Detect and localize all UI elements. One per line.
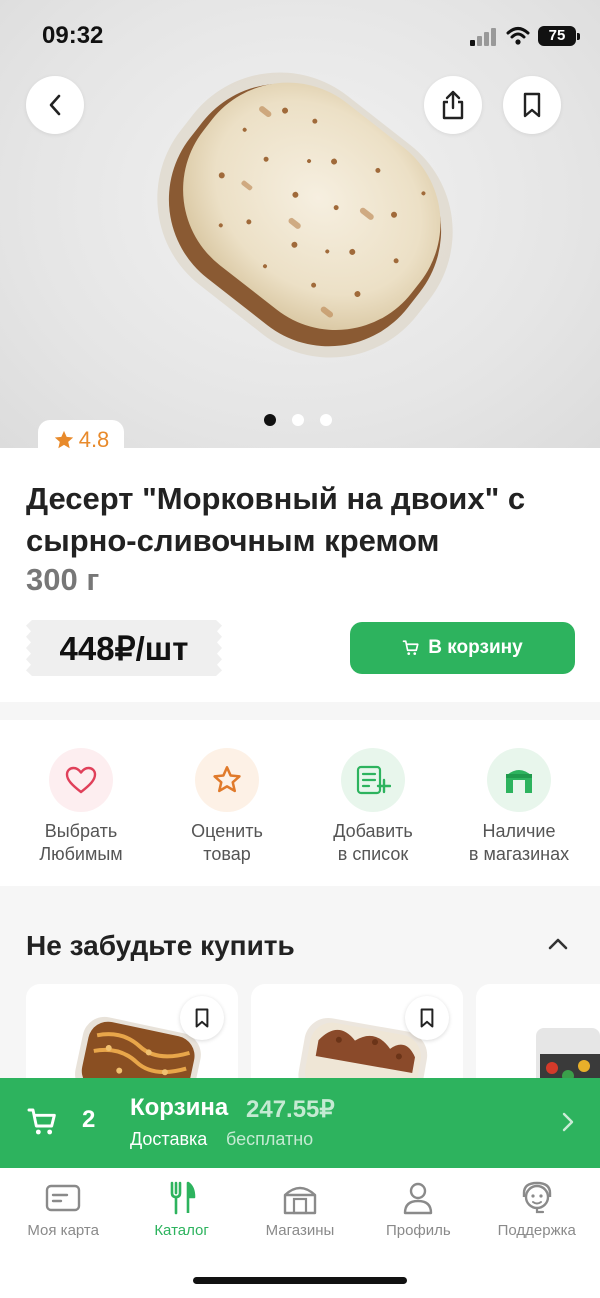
gallery-dot[interactable] bbox=[320, 414, 332, 426]
star-outline-icon bbox=[213, 766, 241, 793]
tab-my-card[interactable]: Моя карта bbox=[4, 1168, 122, 1298]
product-price: 448₽/шт bbox=[26, 620, 222, 676]
back-button[interactable] bbox=[26, 76, 84, 134]
add-to-cart-label: В корзину bbox=[428, 637, 523, 658]
action-label: Наличие в магазинах bbox=[468, 821, 570, 864]
support-icon bbox=[522, 1181, 551, 1214]
action-add-to-list[interactable]: Добавить в список bbox=[303, 720, 443, 888]
divider bbox=[0, 886, 600, 904]
action-label: Добавить в список bbox=[333, 821, 413, 864]
gallery-dot[interactable] bbox=[292, 414, 304, 426]
product-weight: 300 г bbox=[26, 562, 100, 597]
section-title: Не забудьте купить bbox=[26, 930, 295, 961]
rating-value: 4.8 bbox=[78, 427, 110, 452]
action-label: Оценить товар bbox=[191, 821, 263, 864]
tab-label: Поддержка bbox=[497, 1222, 576, 1239]
bookmark-button[interactable] bbox=[503, 76, 561, 134]
cart-icon bbox=[27, 1108, 56, 1135]
bookmark-icon bbox=[420, 1008, 434, 1028]
delivery-value: бесплатно bbox=[226, 1129, 314, 1149]
cart-icon bbox=[402, 640, 419, 655]
tab-label: Профиль bbox=[385, 1222, 451, 1239]
fork-knife-icon bbox=[170, 1181, 195, 1215]
profile-icon bbox=[404, 1182, 433, 1215]
basket-bar[interactable]: 2 Корзина 247.55₽ Доставка бесплатно bbox=[0, 1078, 600, 1168]
basket-total: 247.55₽ bbox=[246, 1096, 335, 1123]
wifi-icon bbox=[506, 27, 530, 45]
share-button[interactable] bbox=[424, 76, 482, 134]
store-icon bbox=[283, 1186, 317, 1215]
home-indicator bbox=[193, 1277, 407, 1284]
cellular-signal-icon bbox=[470, 28, 498, 46]
card-bookmark-button[interactable] bbox=[180, 996, 224, 1040]
battery-indicator: 75 bbox=[538, 26, 580, 46]
action-label: Выбрать Любимым bbox=[39, 821, 123, 864]
chevron-right-icon bbox=[562, 1112, 574, 1132]
status-time: 09:32 bbox=[42, 22, 104, 49]
tab-support[interactable]: Поддержка bbox=[478, 1168, 596, 1298]
delivery-label: Доставка bbox=[130, 1129, 208, 1149]
basket-count: 2 bbox=[82, 1106, 96, 1133]
heart-icon bbox=[65, 766, 97, 794]
bookmark-icon bbox=[195, 1008, 209, 1028]
tab-label: Магазины bbox=[265, 1222, 335, 1239]
star-icon bbox=[54, 430, 73, 449]
tab-label: Моя карта bbox=[27, 1222, 99, 1239]
action-store-availability[interactable]: Наличие в магазинах bbox=[449, 720, 589, 888]
product-title: Десерт "Морковный на двоих" с сырно-слив… bbox=[26, 481, 526, 558]
add-to-cart-button[interactable]: В корзину bbox=[350, 622, 575, 674]
chevron-up-icon[interactable] bbox=[546, 936, 570, 952]
action-rate[interactable]: Оценить товар bbox=[157, 720, 297, 888]
basket-title: Корзина bbox=[130, 1094, 229, 1121]
list-icon-circle bbox=[341, 748, 405, 812]
share-icon bbox=[442, 90, 464, 120]
list-add-icon bbox=[356, 765, 391, 795]
recommendations-section: Не забудьте купить bbox=[0, 904, 600, 1114]
card-bookmark-button[interactable] bbox=[405, 996, 449, 1040]
favorite-icon-circle bbox=[49, 748, 113, 812]
rate-icon-circle bbox=[195, 748, 259, 812]
card-icon bbox=[45, 1184, 81, 1212]
rating-badge[interactable]: 4.8 bbox=[38, 420, 124, 460]
status-bar: 09:32 75 bbox=[0, 0, 600, 72]
chevron-left-icon bbox=[49, 94, 61, 116]
tab-label: Каталог bbox=[154, 1222, 209, 1239]
product-actions: Выбрать Любимым Оценить товар Добавить в… bbox=[0, 720, 600, 888]
divider bbox=[0, 702, 600, 720]
gallery-dot[interactable] bbox=[264, 414, 276, 426]
bookmark-icon bbox=[523, 92, 541, 118]
store-icon bbox=[506, 770, 532, 793]
store-icon-circle bbox=[487, 748, 551, 812]
gallery-pagination bbox=[264, 414, 332, 426]
action-favorite[interactable]: Выбрать Любимым bbox=[11, 720, 151, 888]
